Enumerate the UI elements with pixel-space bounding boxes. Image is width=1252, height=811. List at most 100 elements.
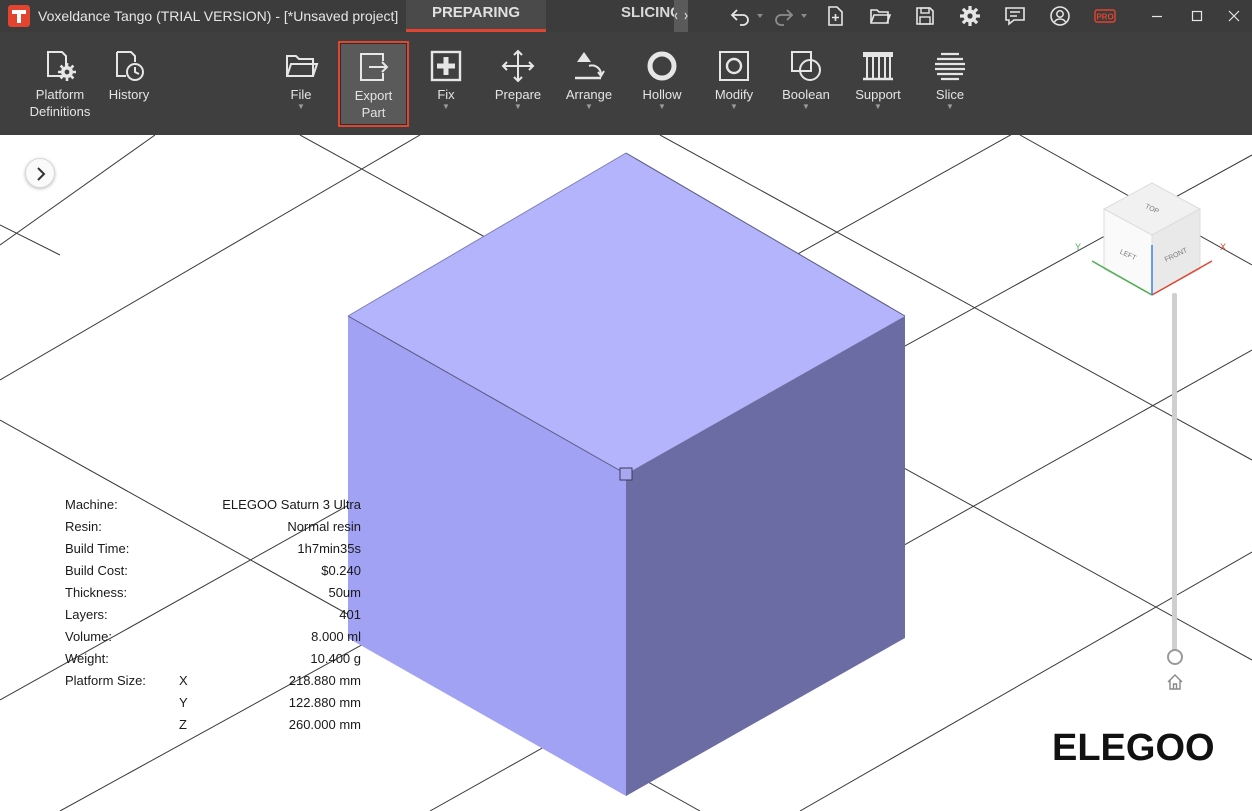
home-view-icon[interactable] <box>1165 672 1185 692</box>
info-row-platform-x: Platform Size: X 218.880 mm <box>65 673 365 695</box>
ribbon-toolbar: Platform Definitions History File ▼ Expor… <box>0 32 1252 135</box>
info-row-platform-z: Z 260.000 mm <box>65 717 365 739</box>
prepare-label: Prepare <box>494 87 542 102</box>
arrange-button[interactable]: Arrange ▼ <box>554 42 624 124</box>
info-value: 1h7min35s <box>297 541 361 556</box>
platform-definitions-icon <box>47 51 76 81</box>
vertex-marker[interactable] <box>619 467 633 481</box>
move-arrows-icon <box>501 49 535 83</box>
history-button[interactable]: History <box>94 42 164 124</box>
platform-definitions-label-line2: Definitions <box>29 104 91 119</box>
export-icon <box>359 53 388 81</box>
support-dropdown-icon[interactable]: ▼ <box>843 103 913 111</box>
modify-icon <box>719 51 749 81</box>
modify-button[interactable]: Modify ▼ <box>699 42 769 124</box>
undo-dropdown-icon[interactable] <box>756 12 764 20</box>
info-row-volume: Volume: 8.000 ml <box>65 629 365 651</box>
export-part-label-line2: Part <box>361 105 386 120</box>
file-button[interactable]: File ▼ <box>266 42 336 124</box>
elegoo-brand-logo: ELEGOO <box>1052 727 1215 769</box>
support-button[interactable]: Support ▼ <box>843 42 913 124</box>
export-part-button[interactable]: Export Part <box>338 41 409 127</box>
minimize-icon[interactable] <box>1145 4 1169 28</box>
info-row-platform-y: Y 122.880 mm <box>65 695 365 717</box>
info-value: 8.000 ml <box>311 629 361 644</box>
info-value: 50um <box>328 585 361 600</box>
export-part-label-line1: Export <box>354 88 393 103</box>
support-icon <box>863 52 893 81</box>
title-bar: Voxeldance Tango (TRIAL VERSION) - [*Uns… <box>0 0 1252 32</box>
y-axis-label: Y <box>1075 242 1081 252</box>
info-label: Machine: <box>65 497 118 512</box>
tab-preparing[interactable]: PREPARING <box>406 0 546 32</box>
slice-button[interactable]: Slice ▼ <box>915 42 985 124</box>
undo-icon[interactable] <box>728 4 752 28</box>
platform-definitions-button[interactable]: Platform Definitions <box>24 42 96 124</box>
prepare-dropdown-icon[interactable]: ▼ <box>483 103 553 111</box>
file-dropdown-icon[interactable]: ▼ <box>266 103 336 111</box>
info-label: Build Cost: <box>65 563 128 578</box>
folder-icon <box>286 55 319 77</box>
boolean-icon <box>791 51 821 81</box>
hollow-dropdown-icon[interactable]: ▼ <box>627 103 697 111</box>
hollow-label: Hollow <box>642 87 682 102</box>
info-row-layers: Layers: 401 <box>65 607 365 629</box>
info-row-resin: Resin: Normal resin <box>65 519 365 541</box>
info-row-weight: Weight: 10.400 g <box>65 651 365 673</box>
close-icon[interactable] <box>1222 4 1246 28</box>
axis-label: Z <box>179 717 187 732</box>
fix-button[interactable]: Fix ▼ <box>411 42 481 124</box>
settings-gear-icon[interactable] <box>958 4 982 28</box>
open-folder-icon[interactable] <box>868 4 892 28</box>
info-label: Layers: <box>65 607 108 622</box>
x-axis-label: X <box>1220 242 1226 252</box>
slice-icon <box>935 52 965 81</box>
prepare-button[interactable]: Prepare ▼ <box>483 42 553 124</box>
account-icon[interactable] <box>1048 4 1072 28</box>
support-label: Support <box>855 87 901 102</box>
info-label: Resin: <box>65 519 102 534</box>
fix-dropdown-icon[interactable]: ▼ <box>411 103 481 111</box>
app-logo-icon <box>8 5 30 27</box>
modify-dropdown-icon[interactable]: ▼ <box>699 103 769 111</box>
feedback-icon[interactable] <box>1003 4 1027 28</box>
platform-definitions-label: Platform Definitions <box>24 86 96 120</box>
redo-icon[interactable] <box>772 4 796 28</box>
zoom-slider-track[interactable] <box>1172 293 1177 657</box>
boolean-dropdown-icon[interactable]: ▼ <box>771 103 841 111</box>
info-label: Weight: <box>65 651 109 666</box>
slice-dropdown-icon[interactable]: ▼ <box>915 103 985 111</box>
pro-badge-icon[interactable]: PRO <box>1093 4 1117 28</box>
info-value: $0.240 <box>321 563 361 578</box>
fix-label: Fix <box>437 87 455 102</box>
info-value: 10.400 g <box>310 651 361 666</box>
axis-label: X <box>179 673 188 688</box>
history-label: History <box>108 87 150 102</box>
info-value: 122.880 mm <box>288 695 361 710</box>
info-value: 260.000 mm <box>288 717 361 732</box>
window-title: Voxeldance Tango (TRIAL VERSION) - [*Uns… <box>38 8 399 24</box>
cube-model[interactable] <box>347 152 906 796</box>
expand-panel-button[interactable] <box>25 158 55 188</box>
history-icon <box>116 51 144 81</box>
chevron-right-icon <box>37 167 46 181</box>
info-value: 401 <box>339 607 361 622</box>
view-navigation-cube[interactable]: TOP LEFT FRONT X Y <box>1068 175 1238 305</box>
save-icon[interactable] <box>913 4 937 28</box>
slice-label: Slice <box>935 87 965 102</box>
pro-badge-text: PRO <box>1096 13 1113 22</box>
3d-viewport[interactable]: Machine: ELEGOO Saturn 3 Ultra Resin: Norm… <box>0 135 1252 811</box>
zoom-slider-handle[interactable] <box>1167 649 1183 665</box>
arrange-dropdown-icon[interactable]: ▼ <box>554 103 624 111</box>
platform-definitions-label-line1: Platform <box>35 87 85 102</box>
hollow-ring-icon <box>647 51 677 81</box>
boolean-label: Boolean <box>782 87 830 102</box>
redo-dropdown-icon[interactable] <box>800 12 808 20</box>
maximize-icon[interactable] <box>1185 4 1209 28</box>
fix-plus-icon <box>430 50 462 82</box>
mode-splitter-handle[interactable] <box>674 0 688 32</box>
new-file-icon[interactable] <box>823 4 847 28</box>
hollow-button[interactable]: Hollow ▼ <box>627 42 697 124</box>
boolean-button[interactable]: Boolean ▼ <box>771 42 841 124</box>
info-value: Normal resin <box>287 519 361 534</box>
